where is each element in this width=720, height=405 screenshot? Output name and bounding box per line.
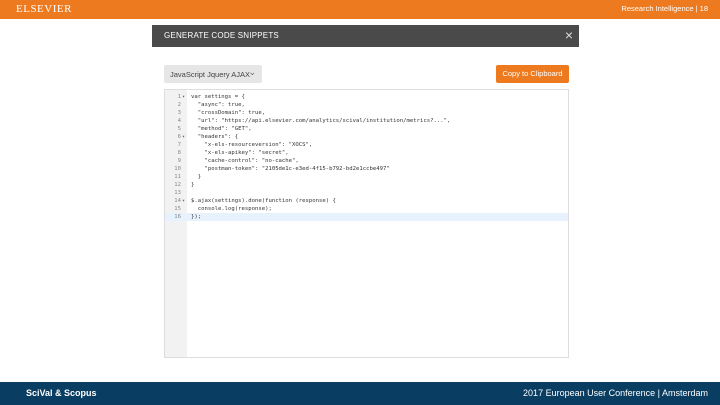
fold-arrow-icon[interactable]: ▾ [182,93,185,101]
code-text: "async": true, [191,102,245,108]
line-number: 2 [177,102,181,108]
code-text: } [191,182,195,188]
dialog-header: GENERATE CODE SNIPPETS × [152,25,579,47]
code-text: "cache-control": "no-cache", [191,158,299,164]
code-line: 5 "method": "GET", [165,125,568,133]
code-line: 16}); [165,213,568,221]
code-line: 9 "cache-control": "no-cache", [165,157,568,165]
chevron-down-icon: ⌄ [248,67,256,77]
header-right-text: Research Intelligence | 18 [621,4,708,13]
line-number: 4 [177,118,181,124]
code-line: 11 } [165,173,568,181]
copy-to-clipboard-button[interactable]: Copy to Clipboard [496,65,569,83]
footer-bar: SciVal & Scopus 2017 European User Confe… [0,382,720,405]
code-text: console.log(response); [191,206,272,212]
line-number: 5 [177,126,181,132]
code-text: "crossDomain": true, [191,110,266,116]
code-line: 10 "postman-token": "2105de1c-e3ed-4f15-… [165,165,568,173]
fold-arrow-icon[interactable]: ▾ [182,197,185,205]
code-editor[interactable]: 1 ▾ var settings = {2 "async": true, 3 "cro… [164,89,569,358]
dialog-body: JavaScript Jquery AJAX ⌄ Copy to Clipboa… [152,47,579,367]
code-line: 13 [165,189,568,197]
close-icon[interactable]: × [565,27,573,43]
code-line: 2 "async": true, [165,101,568,109]
code-text: var settings = { [191,94,245,100]
line-number: 9 [177,158,181,164]
language-select[interactable]: JavaScript Jquery AJAX ⌄ [164,65,262,83]
fold-arrow-icon[interactable]: ▾ [182,133,185,141]
top-bar: ELSEVIER Research Intelligence | 18 [0,0,720,19]
code-line: 6 ▾ "headers": { [165,133,568,141]
code-line: 8 "x-els-apikey": "secret", [165,149,568,157]
elsevier-logo: ELSEVIER [16,3,72,15]
code-line: 1 ▾ var settings = { [165,93,568,101]
line-number: 11 [174,174,181,180]
line-number: 6 [177,134,181,140]
line-number: 16 [174,214,181,220]
line-number: 12 [174,182,181,188]
footer-left-text: SciVal & Scopus [26,388,97,398]
code-text: } [191,174,202,180]
line-number: 14 [174,198,181,204]
code-text: "url": "https://api.elsevier.com/analyti… [191,118,451,124]
footer-right-text: 2017 European User Conference | Amsterda… [523,388,708,398]
code-line: 15 console.log(response); [165,205,568,213]
language-select-value: JavaScript Jquery AJAX [170,70,251,79]
line-number: 13 [174,190,181,196]
code-line: 4 "url": "https://api.elsevier.com/analy… [165,117,568,125]
line-number: 10 [174,166,181,172]
line-number: 1 [177,94,181,100]
code-text: "x-els-resourceversion": "XOCS", [191,142,313,148]
line-number: 3 [177,110,181,116]
code-line: 3 "crossDomain": true, [165,109,568,117]
code-line: 7 "x-els-resourceversion": "XOCS", [165,141,568,149]
code-text: "x-els-apikey": "secret", [191,150,289,156]
code-text: }); [191,214,202,220]
line-number: 8 [177,150,181,156]
line-number: 15 [174,206,181,212]
code-line: 14 ▾ $.ajax(settings).done(function (respo… [165,197,568,205]
code-text: "headers": { [191,134,239,140]
code-line: 12} [165,181,568,189]
code-text: "postman-token": "2105de1c-e3ed-4f15-b79… [191,166,390,172]
code-text: "method": "GET", [191,126,252,132]
line-number: 7 [177,142,181,148]
code-text: $.ajax(settings).done(function (response… [191,198,336,204]
dialog-title: GENERATE CODE SNIPPETS [164,31,279,40]
